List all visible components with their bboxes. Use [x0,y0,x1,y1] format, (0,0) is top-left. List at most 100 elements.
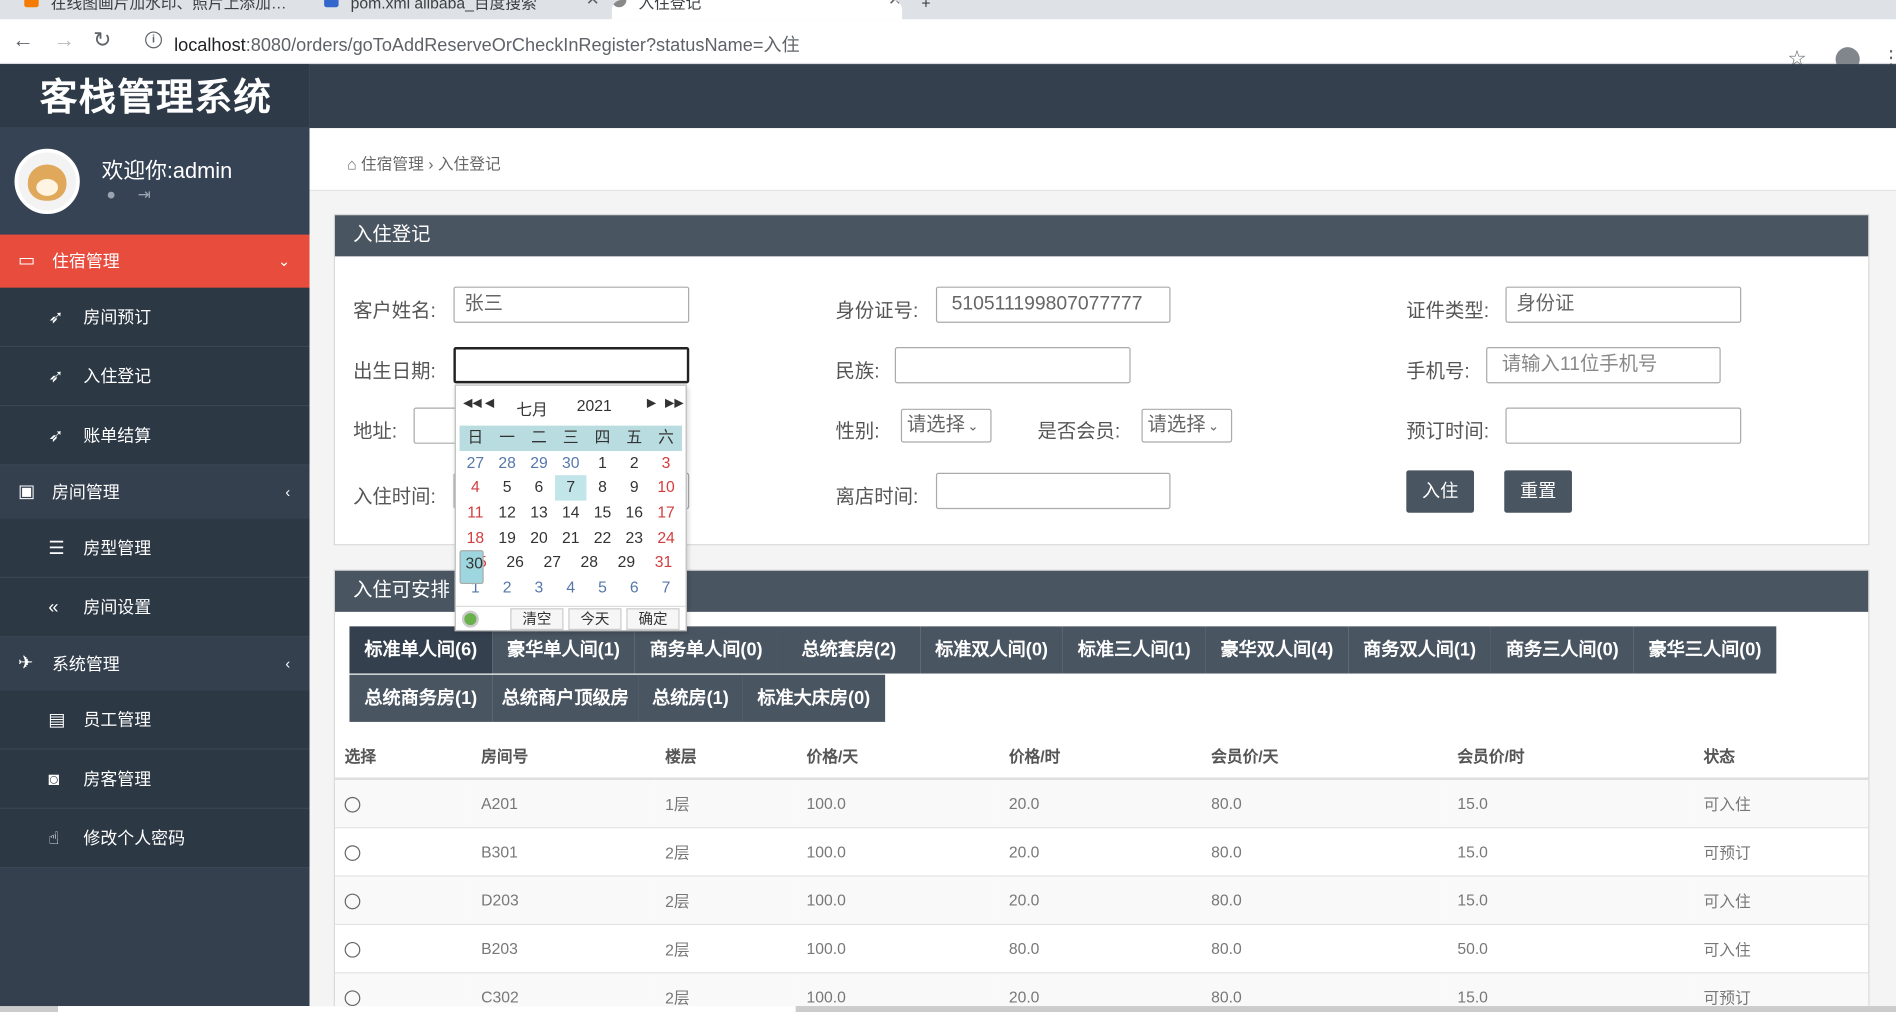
table-row[interactable]: B203 2层 100.0 80.0 80.0 50.0 可入住 [334,923,1869,973]
calendar-day[interactable]: 4 [555,576,587,601]
room-type-tab[interactable]: 总统商务房(1) [349,674,493,722]
calendar-day[interactable]: 29 [523,451,555,476]
calendar-day[interactable]: 6 [523,476,555,501]
sidebar-item-staff[interactable]: ▤ 员工管理 [0,690,310,750]
calendar-day[interactable]: 5 [491,476,523,501]
room-select-radio[interactable] [344,893,361,909]
calendar-day[interactable]: 28 [571,551,608,576]
room-type-tab[interactable]: 豪华三人间(0) [1633,626,1777,674]
scrollbar-thumb[interactable] [58,1006,796,1012]
calendar-day[interactable]: 26 [497,551,534,576]
prev-month-icon[interactable]: ◀ [485,397,494,410]
leave-time-input[interactable] [935,472,1171,510]
sidebar-item-room-settings[interactable]: « 房间设置 [0,577,310,638]
prev-year-icon[interactable]: ◀◀ [463,397,482,410]
url-field[interactable]: i localhost:8080/orders/goToAddReserveOr… [130,25,1824,60]
room-type-tab[interactable]: 标准大床房(0) [742,674,886,722]
table-row[interactable]: A201 1层 100.0 20.0 80.0 15.0 可入住 [334,778,1869,828]
room-select-radio[interactable] [344,844,361,861]
calendar-day[interactable]: 11 [459,501,491,526]
calendar-day[interactable]: 27 [534,551,571,576]
calendar-clear-button[interactable]: 清空 [510,608,564,630]
calendar-day[interactable]: 30 [459,550,485,585]
sidebar-item-checkin[interactable]: ➶ 入住登记 [0,347,310,407]
calendar-day[interactable]: 20 [523,526,555,551]
calendar-day[interactable]: 18 [459,526,491,551]
forward-icon[interactable]: → [53,28,75,53]
checkin-submit-button[interactable]: 入住 [1406,470,1475,513]
table-row[interactable]: B301 2层 100.0 20.0 80.0 15.0 可预订 [334,827,1869,877]
table-row[interactable]: D203 2层 100.0 20.0 80.0 15.0 可入住 [334,875,1869,925]
sidebar-item-change-password[interactable]: ☝ 修改个人密码 [0,808,310,869]
calendar-day[interactable]: 12 [491,501,523,526]
calendar-day[interactable]: 5 [587,576,619,601]
calendar-day[interactable]: 23 [618,526,650,551]
calendar-day[interactable]: 30 [555,451,587,476]
sidebar-item-room-types[interactable]: ☰ 房型管理 [0,518,310,578]
calendar-day[interactable]: 4 [459,476,491,501]
calendar-day[interactable]: 3 [523,576,555,601]
calendar-day[interactable]: 13 [523,501,555,526]
sidebar-group-system[interactable]: ✈ 系统管理 ‹ [0,637,310,690]
tab-close-icon[interactable]: ✕ [888,0,902,7]
back-icon[interactable]: ← [12,28,34,53]
member-select[interactable]: 请选择 ⌄ [1141,408,1233,443]
new-tab-button[interactable]: + [921,0,945,19]
info-icon[interactable]: i [145,31,163,49]
room-type-tab[interactable]: 商务三人间(0) [1490,626,1634,674]
birth-date-input[interactable] [453,347,690,384]
reserve-time-input[interactable] [1505,407,1742,444]
sidebar-group-lodging[interactable]: ▭ 住宿管理 ⌄ [0,234,310,288]
room-type-tab[interactable]: 商务双人间(1) [1348,626,1491,674]
room-select-radio[interactable] [344,989,361,1006]
room-type-tab[interactable]: 标准三人间(1) [1062,626,1206,674]
room-type-tab[interactable]: 豪华单人间(1) [492,626,635,674]
calendar-month[interactable]: 七月 [516,397,547,420]
room-type-tab[interactable]: 豪华双人间(4) [1205,626,1349,674]
calendar-day[interactable]: 9 [618,476,650,501]
calendar-day[interactable]: 29 [608,551,645,576]
calendar-day[interactable]: 2 [491,576,523,601]
room-select-radio[interactable] [344,796,361,813]
reset-button[interactable]: 重置 [1504,470,1572,513]
room-type-tab[interactable]: 总统套房(2) [777,626,921,674]
gender-select[interactable]: 请选择 ⌄ [900,408,992,443]
sidebar-item-billing[interactable]: ➶ 账单结算 [0,406,310,466]
calendar-day[interactable]: 7 [554,475,587,501]
next-year-icon[interactable]: ▶▶ [665,397,684,410]
sidebar-group-rooms[interactable]: ▣ 房间管理 ‹ [0,466,310,519]
room-type-tab[interactable]: 商务单人间(0) [634,626,778,674]
calendar-day[interactable]: 27 [459,451,491,476]
clock-icon[interactable] [461,610,479,628]
browser-tab-1[interactable]: 在线图画片加水印、照片上添加… [24,0,300,19]
calendar-day[interactable]: 28 [491,451,523,476]
calendar-day[interactable]: 8 [587,476,619,501]
calendar-day[interactable]: 31 [645,551,682,576]
calendar-ok-button[interactable]: 确定 [626,608,680,630]
nation-input[interactable] [894,347,1131,384]
id-type-input[interactable]: 身份证 [1505,286,1742,323]
calendar-day[interactable]: 10 [650,476,682,501]
breadcrumb-home[interactable]: 住宿管理 [361,155,424,173]
calendar-day[interactable]: 6 [618,576,650,601]
room-select-radio[interactable] [344,941,361,958]
room-type-tab[interactable]: 标准双人间(0) [920,626,1063,674]
browser-tab-3[interactable]: 入住登记 ✕ [611,0,903,20]
logout-icon[interactable]: ⇥ [138,185,173,203]
reload-icon[interactable]: ↻ [93,28,111,53]
calendar-day[interactable]: 21 [555,526,587,551]
calendar-year[interactable]: 2021 [577,397,612,415]
calendar-day[interactable]: 19 [491,526,523,551]
customer-name-input[interactable]: 张三 [453,286,690,323]
calendar-today-button[interactable]: 今天 [568,608,622,630]
room-type-tab[interactable]: 总统房(1) [638,674,743,722]
calendar-day[interactable]: 7 [650,576,682,601]
calendar-day[interactable]: 14 [555,501,587,526]
calendar-day[interactable]: 2 [618,451,650,476]
sidebar-item-room-reserve[interactable]: ➶ 房间预订 [0,287,310,348]
calendar-day[interactable]: 15 [587,501,619,526]
browser-tab-2[interactable]: pom.xml alibaba_百度搜索 ✕ [324,0,600,19]
calendar-day[interactable]: 24 [650,526,682,551]
calendar-day[interactable]: 1 [587,451,619,476]
calendar-day[interactable]: 16 [618,501,650,526]
